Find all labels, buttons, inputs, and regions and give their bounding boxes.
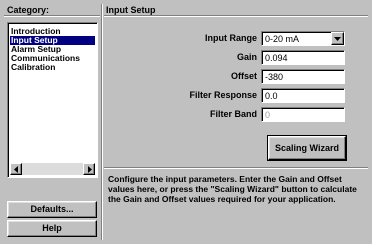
dropdown-button[interactable] <box>331 32 344 45</box>
gain-field[interactable]: 0.094 <box>261 50 345 65</box>
input-range-label: Input Range <box>205 33 257 43</box>
help-button[interactable]: Help <box>7 220 97 237</box>
arrow-left-icon <box>14 166 18 173</box>
scroll-left-button[interactable] <box>10 163 22 175</box>
input-range-select[interactable]: 0-20 mA <box>261 31 345 46</box>
arrow-right-icon <box>88 166 92 173</box>
page-title: Input Setup <box>106 5 156 15</box>
title-divider-highlight <box>104 16 368 17</box>
offset-label: Offset <box>230 71 257 81</box>
filter-band-label: Filter Band <box>209 109 257 119</box>
category-list[interactable]: Introduction Input Setup Alarm Setup Com… <box>7 22 98 178</box>
help-text-divider-highlight <box>104 168 368 169</box>
list-horizontal-scrollbar[interactable] <box>10 163 95 175</box>
scaling-wizard-button[interactable]: Scaling Wizard <box>267 135 347 161</box>
instructions-text: Configure the input parameters. Enter th… <box>108 174 357 204</box>
filter-response-field[interactable]: 0.0 <box>261 88 345 103</box>
category-divider-highlight <box>4 16 100 17</box>
panel-separator-highlight <box>102 4 103 240</box>
chevron-down-icon <box>334 37 341 41</box>
filter-band-field: 0 <box>261 107 345 122</box>
category-item-calibration[interactable]: Calibration <box>10 63 56 72</box>
defaults-button[interactable]: Defaults... <box>7 201 97 218</box>
gain-label: Gain <box>236 52 257 62</box>
scroll-right-button[interactable] <box>83 163 95 175</box>
input-range-value: 0-20 mA <box>265 34 300 44</box>
category-header: Category: <box>7 5 50 15</box>
filter-response-label: Filter Response <box>189 90 257 100</box>
offset-field[interactable]: -380 <box>261 69 345 84</box>
